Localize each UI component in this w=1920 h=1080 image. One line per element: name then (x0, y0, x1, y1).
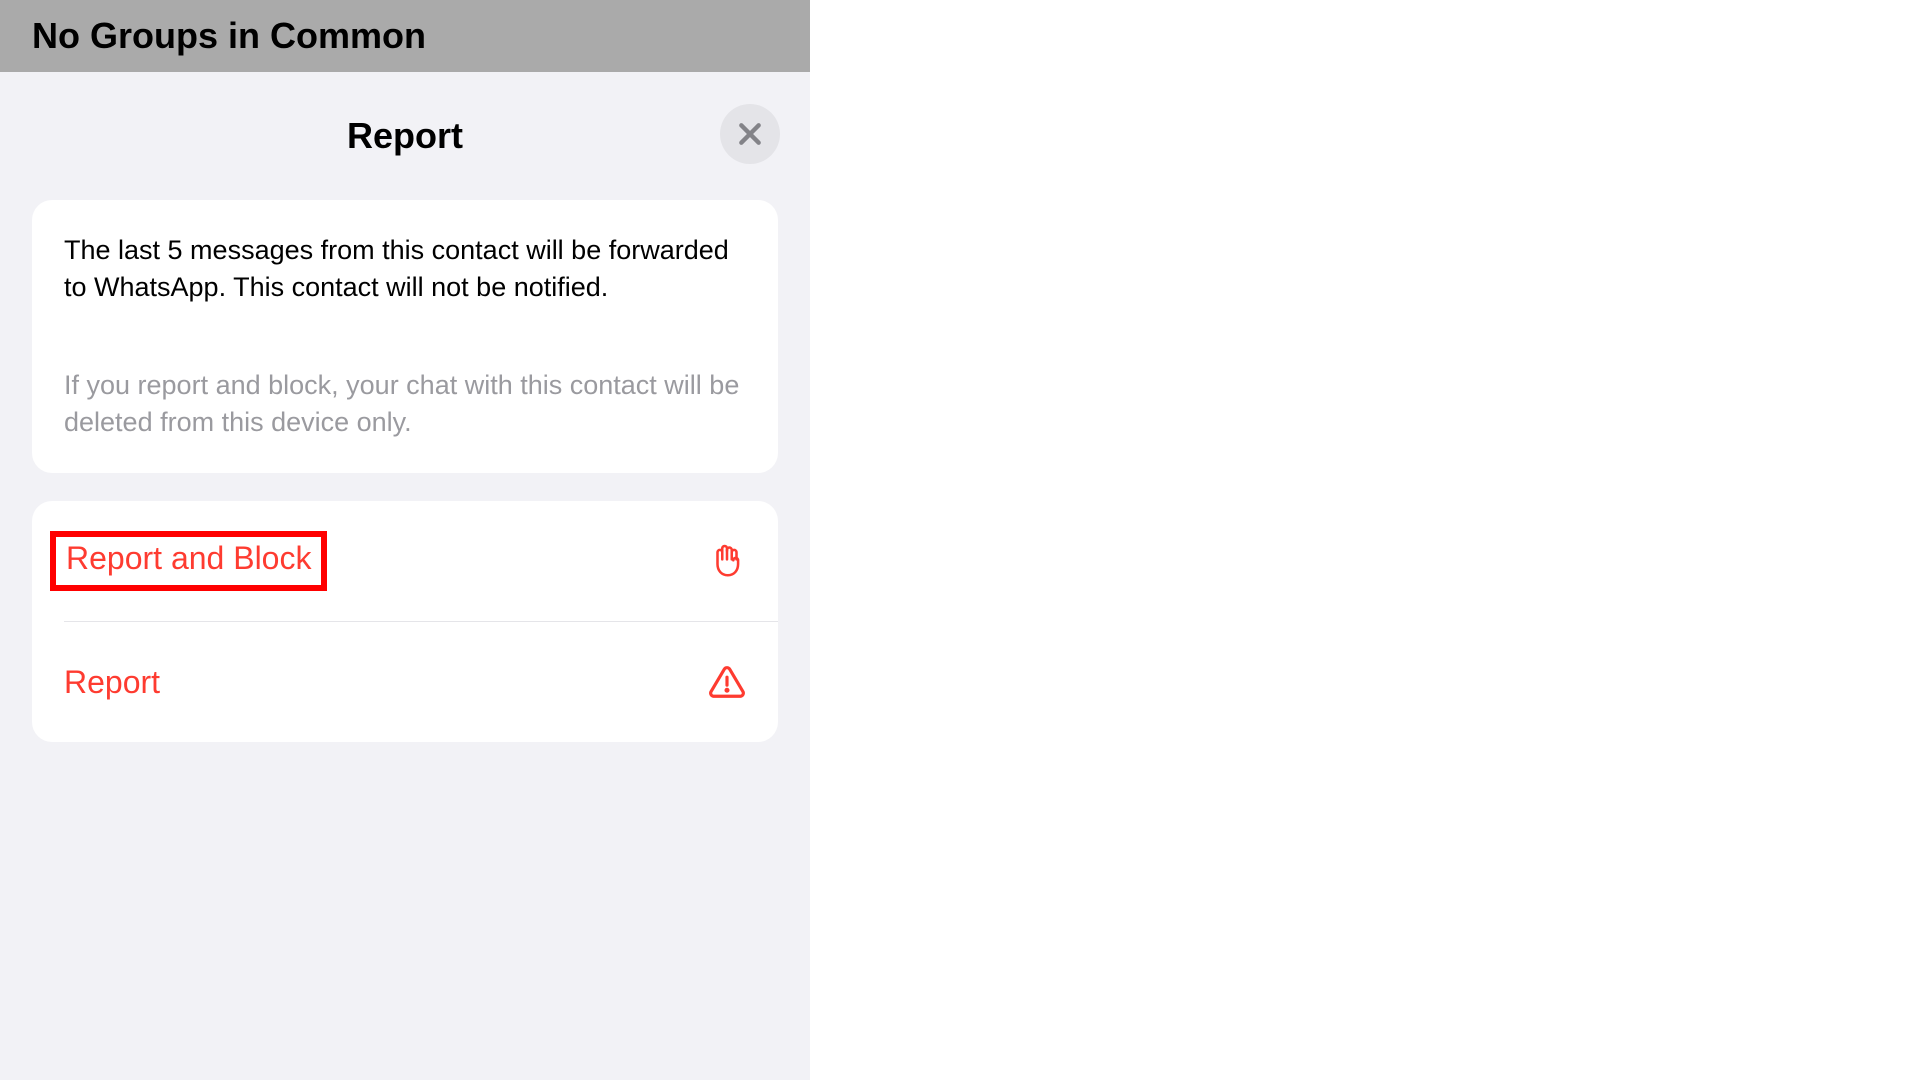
report-sheet: Report The last 5 messages from this con… (0, 72, 810, 1080)
report-info-primary: The last 5 messages from this contact wi… (64, 232, 746, 307)
close-icon (737, 121, 763, 147)
report-label: Report (64, 664, 160, 701)
sheet-title: Report (347, 115, 463, 157)
report-button[interactable]: Report (32, 622, 778, 742)
sheet-header: Report (0, 72, 810, 200)
report-info-secondary: If you report and block, your chat with … (64, 367, 746, 442)
report-and-block-label: Report and Block (66, 540, 311, 576)
close-button[interactable] (720, 104, 780, 164)
annotation-highlight: Report and Block (50, 531, 327, 591)
report-and-block-button[interactable]: Report and Block (32, 501, 778, 621)
contact-info-backdrop: No Groups in Common (0, 0, 810, 72)
no-groups-heading: No Groups in Common (32, 15, 426, 57)
report-info-card: The last 5 messages from this contact wi… (32, 200, 778, 473)
hand-stop-icon (708, 542, 746, 580)
warning-triangle-icon (708, 663, 746, 701)
phone-panel: No Groups in Common Report The last 5 me… (0, 0, 810, 1080)
report-actions-card: Report and Block Report (32, 501, 778, 742)
